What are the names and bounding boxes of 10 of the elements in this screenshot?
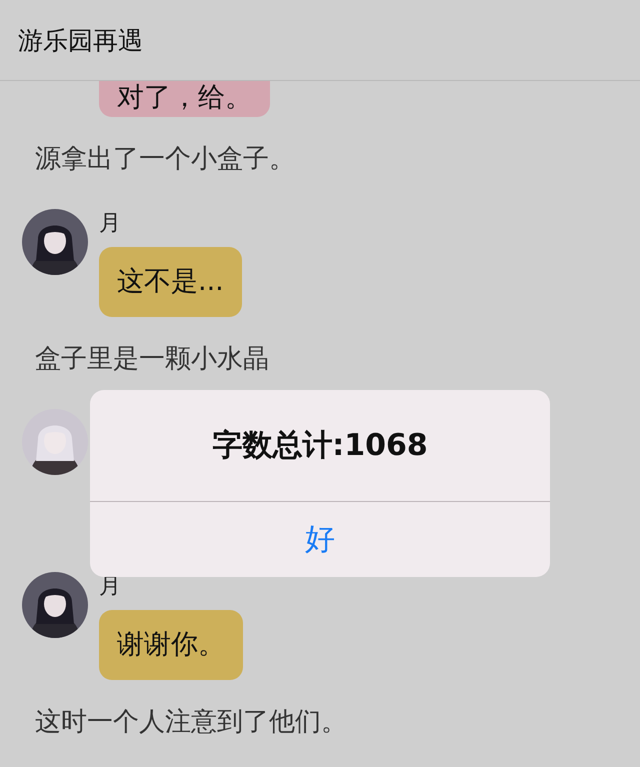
message-bubble: 这不是... bbox=[99, 247, 242, 317]
speaker-name: 月 bbox=[99, 210, 121, 238]
narration-text: 源拿出了一个小盒子。 bbox=[34, 143, 296, 176]
narration-text: 盒子里是一颗小水晶 bbox=[34, 343, 270, 376]
message-bubble: 对了，给。 bbox=[99, 81, 270, 117]
chat-title: 游乐园再遇 bbox=[18, 24, 143, 56]
alert-message: 字数总计:1068 bbox=[90, 390, 550, 502]
ok-button[interactable]: 好 bbox=[90, 502, 550, 577]
narration-text: 这时一个人注意到了他们。 bbox=[34, 706, 348, 739]
message-bubble: 谢谢你。 bbox=[99, 610, 243, 680]
